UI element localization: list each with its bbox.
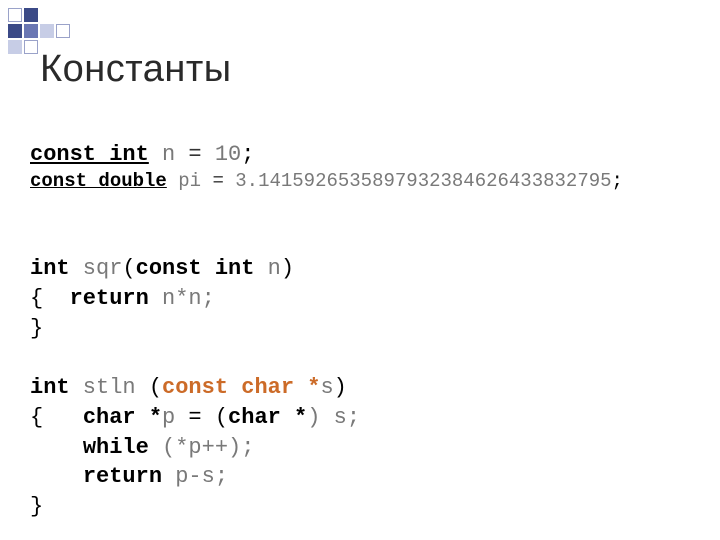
keyword: const int	[136, 256, 255, 281]
deco-square	[8, 40, 22, 54]
slide-title: Константы	[40, 48, 232, 91]
punct: )	[334, 375, 347, 400]
punct: (	[149, 375, 162, 400]
operator: =	[201, 170, 235, 192]
deco-square	[8, 8, 22, 22]
code-line: while (*p++);	[30, 435, 254, 460]
code-block: const int n = 10; const double pi = 3.14…	[30, 110, 690, 522]
code-line: const int n = 10;	[30, 142, 254, 167]
keyword: return	[70, 286, 149, 311]
literal: 10	[215, 142, 241, 167]
identifier: pi	[167, 170, 201, 192]
deco-square	[24, 40, 38, 54]
keyword: int	[30, 256, 70, 281]
punct: {	[30, 405, 83, 430]
code-line: int sqr(const int n)	[30, 256, 294, 281]
code-line: }	[30, 494, 43, 519]
deco-square	[56, 24, 70, 38]
identifier: n	[149, 142, 175, 167]
indent	[30, 464, 83, 489]
keyword-highlight: const char *	[162, 375, 320, 400]
keyword: while	[83, 435, 149, 460]
code-line: int stln (const char *s)	[30, 375, 347, 400]
punct: ;	[241, 142, 254, 167]
keyword: char *	[228, 405, 307, 430]
identifier: sqr	[70, 256, 123, 281]
operator: = (	[175, 405, 228, 430]
keyword: return	[83, 464, 162, 489]
punct: }	[30, 494, 43, 519]
expression: ) s;	[307, 405, 360, 430]
deco-square	[40, 24, 54, 38]
punct: }	[30, 316, 43, 341]
keyword: char *	[83, 405, 162, 430]
literal: 3.1415926535897932384626433832795	[235, 170, 611, 192]
expression: p-s;	[162, 464, 228, 489]
identifier: s	[320, 375, 333, 400]
identifier: n	[254, 256, 280, 281]
deco-square	[8, 24, 22, 38]
punct: )	[281, 256, 294, 281]
indent	[30, 435, 83, 460]
keyword: int	[30, 375, 70, 400]
punct: ;	[612, 170, 623, 192]
identifier: p	[162, 405, 175, 430]
punct: {	[30, 286, 70, 311]
code-line: return p-s;	[30, 464, 228, 489]
deco-square	[24, 24, 38, 38]
slide: Константы const int n = 10; const double…	[0, 0, 720, 540]
code-line: { char *p = (char *) s;	[30, 405, 360, 430]
code-line: }	[30, 316, 43, 341]
operator: =	[175, 142, 215, 167]
keyword: const double	[30, 170, 167, 192]
expression: (*p++);	[149, 435, 255, 460]
deco-square	[24, 8, 38, 22]
code-line: { return n*n;	[30, 286, 215, 311]
code-line: const double pi = 3.14159265358979323846…	[30, 169, 690, 195]
expression: n*n;	[149, 286, 215, 311]
identifier: stln	[70, 375, 149, 400]
punct: (	[122, 256, 135, 281]
keyword: const int	[30, 142, 149, 167]
